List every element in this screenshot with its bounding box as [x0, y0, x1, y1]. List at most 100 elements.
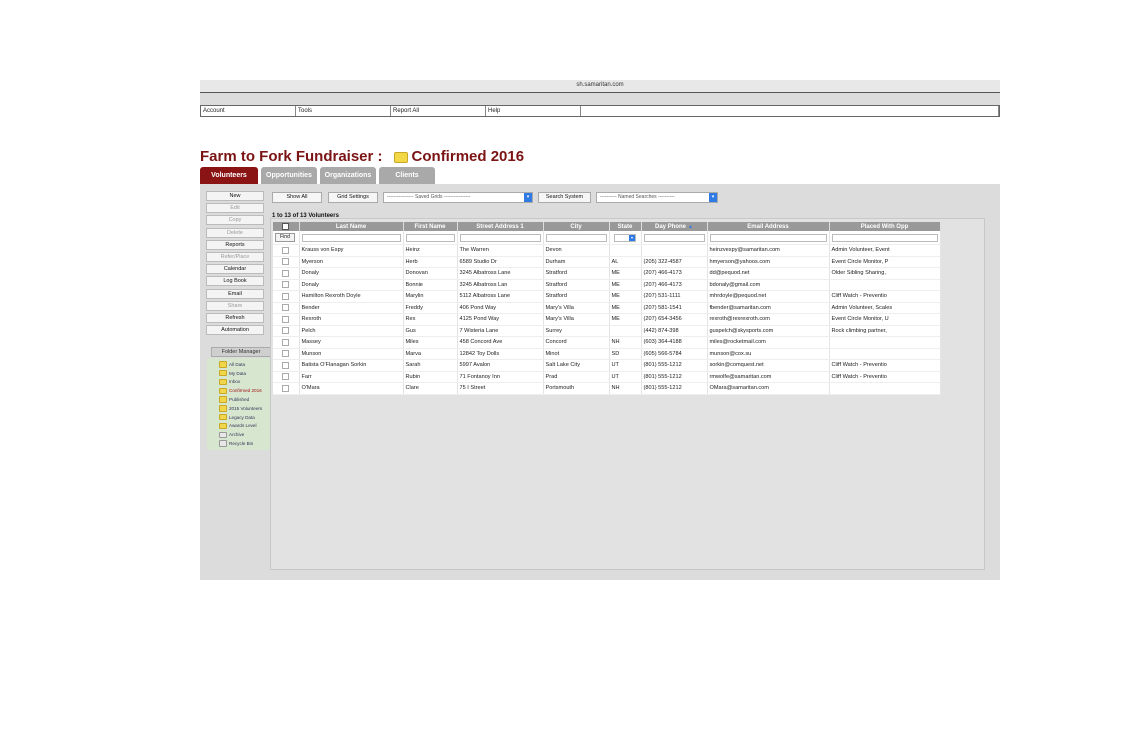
- filter-last-name-input[interactable]: [301, 233, 401, 242]
- row-checkbox[interactable]: [282, 338, 290, 346]
- refer-place-button[interactable]: Refer/Place: [206, 251, 264, 262]
- column-header-day-phone[interactable]: Day Phone ▲: [641, 222, 708, 231]
- column-header-email[interactable]: Email Address: [707, 222, 830, 231]
- delete-button[interactable]: Delete: [206, 227, 264, 238]
- column-header-street-address[interactable]: Street Address 1: [457, 222, 544, 231]
- menu-help[interactable]: Help: [486, 106, 581, 116]
- table-cell: Munson: [299, 348, 404, 360]
- edit-button[interactable]: Edit: [206, 203, 264, 214]
- row-checkbox[interactable]: [282, 315, 290, 323]
- filter-email-input[interactable]: [709, 233, 827, 242]
- column-header-placed-with-opp[interactable]: Placed With Opp: [829, 222, 941, 231]
- table-row[interactable]: Batista O'Flanagan Sorkin Sarah 5997 Avalo…: [273, 359, 941, 372]
- folder-my-data[interactable]: My Data: [207, 369, 273, 378]
- column-header-last-name[interactable]: Last Name: [299, 222, 404, 231]
- row-checkbox[interactable]: [282, 304, 290, 312]
- folder-recycle-bin[interactable]: Recycle Bin: [207, 439, 273, 448]
- tab-organizations[interactable]: Organizations: [320, 167, 376, 184]
- folder-2015-volunteers[interactable]: 2015 Volunteers: [207, 404, 273, 413]
- log-book-button[interactable]: Log Book: [206, 276, 264, 287]
- folder-archive[interactable]: Archive: [207, 430, 273, 439]
- folder-icon: [393, 151, 408, 163]
- menu-account[interactable]: Account: [201, 106, 296, 116]
- folder-all-data[interactable]: All Data: [207, 360, 273, 369]
- folder-icon: [219, 378, 227, 386]
- grid-settings-button[interactable]: Grid Settings: [328, 191, 378, 203]
- row-checkbox[interactable]: [282, 258, 290, 266]
- automation-button[interactable]: Automation: [206, 325, 264, 336]
- show-all-button[interactable]: Show All: [272, 191, 322, 203]
- new-button[interactable]: New: [206, 191, 264, 201]
- row-checkbox[interactable]: [282, 246, 290, 254]
- table-row[interactable]: Munson Marva 12842 Toy Dolls Minot SD (605) 5…: [273, 348, 941, 360]
- volunteers-grid: Last Name First Name Street Address 1 Ci…: [273, 222, 941, 395]
- menu-report-all[interactable]: Report All: [391, 106, 486, 116]
- table-row[interactable]: Bender Freddy 406 Pond Way Mary's Villa ME (2…: [273, 302, 941, 314]
- table-cell: Durham: [543, 256, 610, 268]
- table-row[interactable]: Pelch Gus 7 Wisteria Lane Surrey (442) 874-3…: [273, 325, 941, 337]
- row-checkbox[interactable]: [282, 373, 290, 381]
- row-select-cell: [273, 348, 300, 360]
- saved-grids-select[interactable]: ---------------- Saved Grids -----------…: [383, 191, 533, 203]
- tab-opportunities[interactable]: Opportunities: [261, 167, 317, 184]
- table-cell: munson@cox.su: [707, 348, 830, 360]
- table-row[interactable]: Myerson Herb 6589 Studio Dr Durham AL (205) 3…: [273, 256, 941, 268]
- table-row[interactable]: Donaly Donovan 3245 Albatross Lane Stratfor…: [273, 267, 941, 280]
- row-checkbox[interactable]: [282, 384, 290, 392]
- table-row[interactable]: Massey Miles 458 Concord Ave Concord NH (603)…: [273, 336, 941, 349]
- column-header-first-name[interactable]: First Name: [403, 222, 458, 231]
- tab-volunteers[interactable]: Volunteers: [200, 167, 258, 184]
- filter-placed-input[interactable]: [831, 233, 938, 242]
- folder-label: Recycle Bin: [229, 441, 254, 447]
- find-button[interactable]: Find: [275, 233, 295, 242]
- tab-clients[interactable]: Clients: [379, 167, 435, 184]
- folder-inbox[interactable]: Inbox: [207, 378, 273, 387]
- folder-confirmed-2016[interactable]: Confirmed 2016: [207, 386, 273, 395]
- table-cell: Stratford: [543, 279, 610, 291]
- column-header-city[interactable]: City: [543, 222, 610, 231]
- share-button[interactable]: Share: [206, 300, 264, 311]
- select-all-header[interactable]: [273, 222, 300, 231]
- filter-phone-input[interactable]: [643, 233, 705, 242]
- row-checkbox[interactable]: [282, 361, 290, 369]
- select-all-checkbox[interactable]: [282, 223, 290, 230]
- refresh-button[interactable]: Refresh: [206, 312, 264, 323]
- table-row[interactable]: O'Mara Clare 75 I Street Portsmouth NH (801) …: [273, 382, 941, 395]
- table-row[interactable]: Hamilton Rexroth Doyle Marylin 5112 Albatr…: [273, 290, 941, 303]
- calendar-button[interactable]: Calendar: [206, 264, 264, 275]
- folder-published[interactable]: Published: [207, 395, 273, 404]
- table-cell: Donovan: [403, 267, 458, 280]
- menu-tools[interactable]: Tools: [296, 106, 391, 116]
- menu-bar: Account Tools Report All Help: [200, 105, 1000, 117]
- folder-legacy-data[interactable]: Legacy Data: [207, 413, 273, 422]
- email-button[interactable]: Email: [206, 288, 264, 299]
- row-checkbox[interactable]: [282, 269, 290, 277]
- row-checkbox[interactable]: [282, 327, 290, 335]
- filter-state-select[interactable]: ▾: [614, 233, 636, 242]
- table-cell: Portsmouth: [543, 382, 610, 395]
- table-row[interactable]: Farr Rubin 71 Fontanoy Inn Prad UT (801) 555-…: [273, 371, 941, 383]
- filter-street-input[interactable]: [459, 233, 541, 242]
- folder-awards-level[interactable]: Awards Level: [207, 422, 273, 431]
- row-checkbox[interactable]: [282, 350, 290, 358]
- filter-first-name-input[interactable]: [405, 233, 455, 242]
- copy-button[interactable]: Copy: [206, 215, 264, 226]
- folder-manager: Folder Manager All Data My Data Inbox Co…: [207, 347, 273, 450]
- search-system-button[interactable]: Search System: [538, 191, 591, 203]
- row-checkbox[interactable]: [282, 292, 290, 300]
- chevron-down-icon: ▾: [524, 192, 532, 202]
- table-cell: Mary's Villa: [543, 302, 610, 314]
- named-searches-select[interactable]: ---------- Named Searches ---------- ▾: [596, 191, 718, 203]
- table-row[interactable]: Donaly Bonnie 3245 Albatross Lan Stratford M…: [273, 279, 941, 291]
- table-cell: ME: [609, 302, 642, 314]
- folder-manager-button[interactable]: Folder Manager: [211, 347, 271, 357]
- column-header-state[interactable]: State: [609, 222, 642, 231]
- table-cell: Marva: [403, 348, 458, 360]
- table-cell: Herb: [403, 256, 458, 268]
- row-checkbox[interactable]: [282, 281, 290, 289]
- filter-city-input[interactable]: [545, 233, 607, 242]
- reports-button[interactable]: Reports: [206, 239, 264, 250]
- table-row[interactable]: Rexroth Rex 4125 Pond Way Mary's Villa ME (20…: [273, 313, 941, 326]
- table-row[interactable]: Krauss von Espy Heinz The Warren Devon heinz…: [273, 244, 941, 257]
- address-bar[interactable]: sh.samaritan.com: [200, 80, 1000, 93]
